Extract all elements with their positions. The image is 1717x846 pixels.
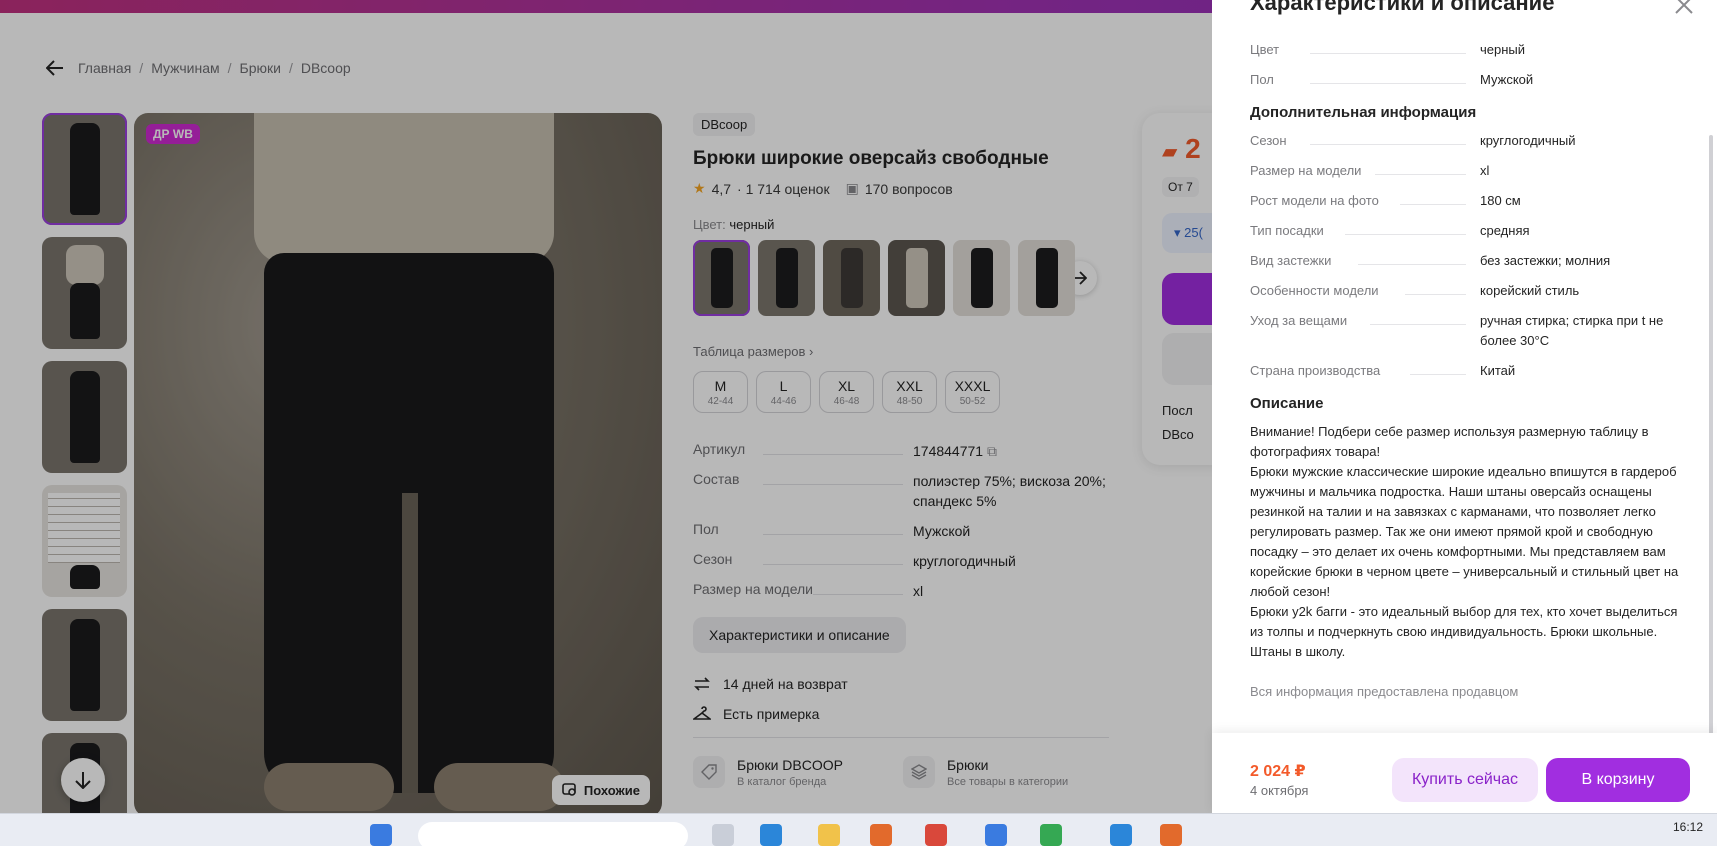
spec-row: Рост модели на фото 180 см (1250, 193, 1521, 208)
seller-note: Вся информация предоставлена продавцом (1250, 684, 1519, 699)
panel-content[interactable]: Цвет черный Пол Мужской Дополнительная инф… (1250, 40, 1690, 720)
os-taskbar: 16:12 (0, 813, 1717, 846)
spec-row: Размер на модели xl (1250, 163, 1490, 178)
spec-row: Пол Мужской (1250, 72, 1534, 87)
taskbar-clock[interactable]: 16:12 (1673, 820, 1703, 834)
modal-overlay[interactable] (0, 0, 1212, 813)
task-view-icon[interactable] (712, 824, 734, 846)
footer-delivery-date: 4 октября (1250, 783, 1309, 798)
description-text: Внимание! Подбери себе размер используя … (1250, 424, 1679, 659)
spec-row: Сезон круглогодичный (1250, 133, 1576, 148)
spec-row: Цвет черный (1250, 42, 1526, 57)
panel-title: Характеристики и описание (1250, 0, 1555, 15)
spec-row: Вид застежки без застежки; молния (1250, 253, 1611, 268)
app-icon[interactable] (1160, 824, 1182, 846)
explorer-icon[interactable] (818, 824, 840, 846)
spec-row: Уход за вещами ручная стирка; стирка при … (1250, 313, 1664, 348)
close-icon[interactable] (1673, 0, 1695, 16)
footer-price: 2 024 ₽ (1250, 763, 1306, 780)
add-to-cart-button[interactable]: В корзину (1546, 758, 1690, 802)
spec-row: Тип посадки средняя (1250, 223, 1530, 238)
extra-info-title: Дополнительная информация (1250, 104, 1477, 121)
browser-icon[interactable] (925, 824, 947, 846)
spec-row: Страна производства Китай (1250, 363, 1516, 378)
app-icon[interactable] (1110, 824, 1132, 846)
panel-scrollbar[interactable] (1709, 135, 1713, 735)
panel-footer: 2 024 ₽ 4 октября Купить сейчас В корзин… (1212, 733, 1717, 813)
app-icon[interactable] (985, 824, 1007, 846)
windows-start-icon[interactable] (370, 824, 392, 846)
taskbar-search[interactable] (418, 822, 688, 846)
spec-row: Особенности модели корейский стиль (1250, 283, 1580, 298)
edge-icon[interactable] (760, 824, 782, 846)
app-icon[interactable] (1040, 824, 1062, 846)
description-title: Описание (1250, 395, 1324, 412)
characteristics-panel: Характеристики и описание Цвет черный Пол… (1212, 0, 1717, 813)
office-icon[interactable] (870, 824, 892, 846)
buy-now-button[interactable]: Купить сейчас (1392, 758, 1538, 802)
